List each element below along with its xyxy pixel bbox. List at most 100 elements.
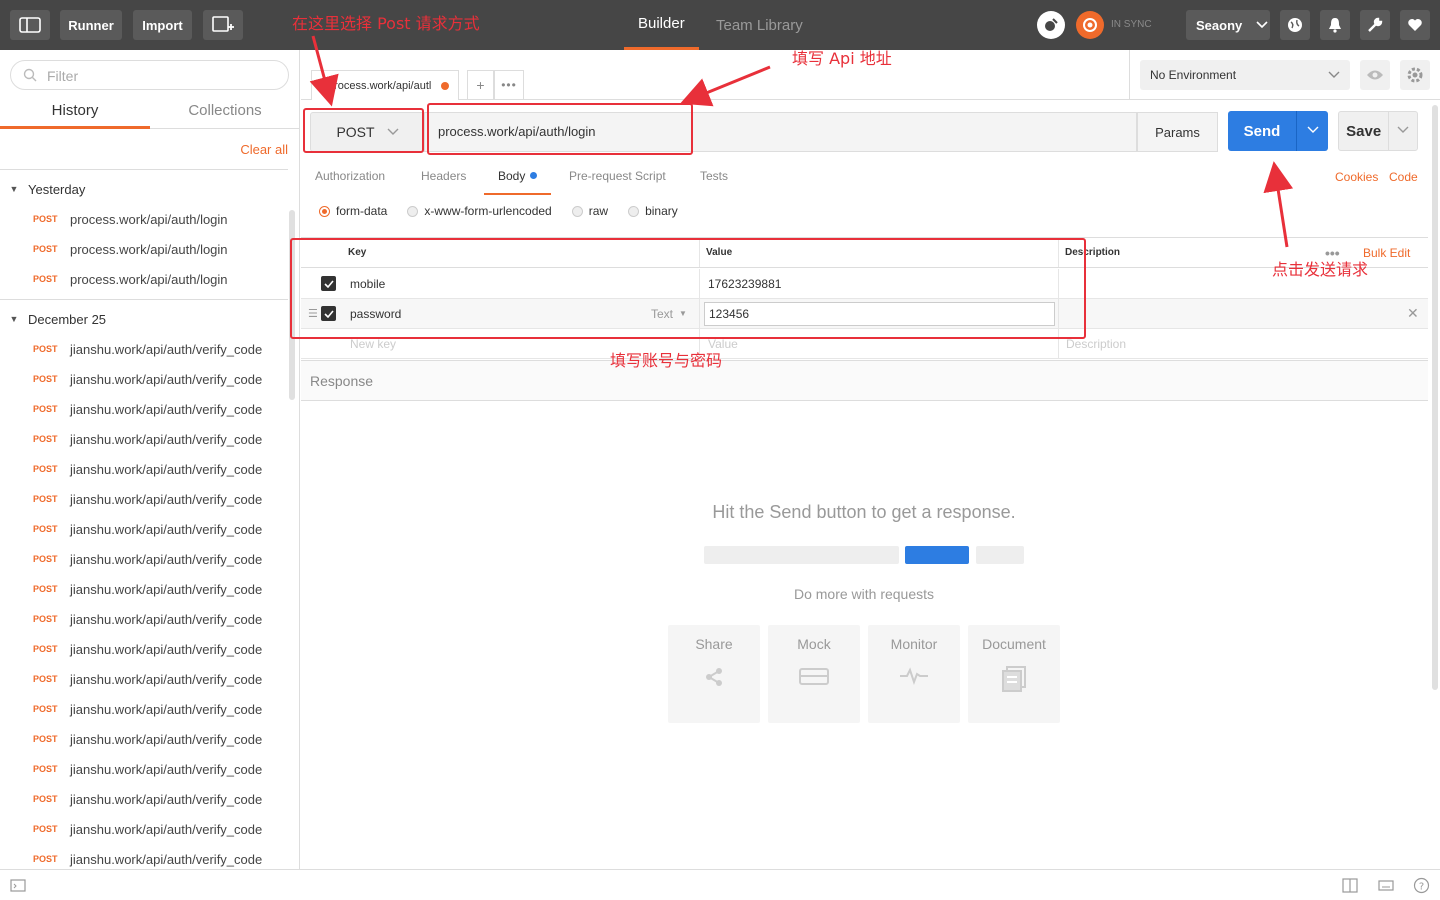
history-item-url: jianshu.work/api/auth/verify_code <box>70 611 263 627</box>
history-item[interactable]: POST jianshu.work/api/auth/verify_code <box>0 784 290 814</box>
history-item[interactable]: POST process.work/api/auth/login <box>0 264 290 294</box>
history-group-header[interactable]: ▼ Yesterday <box>0 174 290 204</box>
history-item[interactable]: POST jianshu.work/api/auth/verify_code <box>0 514 290 544</box>
bulk-edit-link[interactable]: Bulk Edit <box>1363 238 1410 267</box>
clear-all-link[interactable]: Clear all <box>240 142 288 157</box>
send-label: Send <box>1243 122 1281 140</box>
history-item-method: POST <box>33 274 58 284</box>
history-item[interactable]: POST jianshu.work/api/auth/verify_code <box>0 544 290 574</box>
heart-button[interactable] <box>1400 10 1430 40</box>
history-item-url: jianshu.work/api/auth/verify_code <box>70 341 263 357</box>
tab-headers[interactable]: Headers <box>421 165 466 195</box>
history-item-url: jianshu.work/api/auth/verify_code <box>70 791 263 807</box>
history-item[interactable]: POST jianshu.work/api/auth/verify_code <box>0 634 290 664</box>
runner-button[interactable]: Runner <box>60 10 122 40</box>
tab-pre-request-script[interactable]: Pre-request Script <box>569 165 666 195</box>
chevron-down-icon[interactable] <box>1389 125 1417 137</box>
main-scrollbar[interactable] <box>1432 105 1438 690</box>
tab-collections[interactable]: Collections <box>150 95 299 129</box>
history-group-label: Yesterday <box>28 181 86 197</box>
divider <box>0 169 288 170</box>
help-icon[interactable]: ? <box>1413 877 1430 894</box>
tab-authorization[interactable]: Authorization <box>315 165 385 195</box>
search-icon <box>23 68 37 82</box>
document-card[interactable]: Document <box>968 625 1060 723</box>
pulse-icon <box>900 667 928 685</box>
history-item[interactable]: POST jianshu.work/api/auth/verify_code <box>0 574 290 604</box>
sync-status: IN SYNC <box>1111 19 1152 30</box>
delete-row-icon[interactable]: ✕ <box>1407 299 1419 328</box>
history-item[interactable]: POST jianshu.work/api/auth/verify_code <box>0 604 290 634</box>
caret-down-icon: ▼ <box>9 314 19 324</box>
document-icon <box>1002 666 1026 692</box>
history-item[interactable]: POST jianshu.work/api/auth/verify_code <box>0 664 290 694</box>
history-item-url: jianshu.work/api/auth/verify_code <box>70 521 263 537</box>
request-tab-label: process.work/api/autl <box>328 79 432 92</box>
filter-input[interactable]: Filter <box>10 60 289 90</box>
environment-quick-look-button[interactable] <box>1360 60 1390 90</box>
history-item[interactable]: POST jianshu.work/api/auth/verify_code <box>0 754 290 784</box>
globe-button[interactable] <box>1280 10 1310 40</box>
user-menu[interactable]: Seaony <box>1186 10 1270 40</box>
top-bar: Runner Import Builder Team Library IN SY… <box>0 0 1440 50</box>
history-item[interactable]: POST jianshu.work/api/auth/verify_code <box>0 844 290 869</box>
tab-builder[interactable]: Builder <box>624 0 699 50</box>
share-card[interactable]: Share <box>668 625 760 723</box>
sync-icon <box>1083 18 1097 32</box>
history-item-url: jianshu.work/api/auth/verify_code <box>70 761 263 777</box>
keyboard-icon[interactable] <box>1378 880 1394 891</box>
new-window-button[interactable] <box>203 10 243 40</box>
history-item[interactable]: POST jianshu.work/api/auth/verify_code <box>0 454 290 484</box>
tab-history[interactable]: History <box>0 95 150 129</box>
history-item[interactable]: POST jianshu.work/api/auth/verify_code <box>0 364 290 394</box>
history-item[interactable]: POST jianshu.work/api/auth/verify_code <box>0 484 290 514</box>
settings-button[interactable] <box>1360 10 1390 40</box>
history-item[interactable]: POST process.work/api/auth/login <box>0 204 290 234</box>
mock-card[interactable]: Mock <box>768 625 860 723</box>
cookies-link[interactable]: Cookies <box>1335 170 1378 184</box>
console-icon[interactable] <box>10 879 26 892</box>
history-item[interactable]: POST jianshu.work/api/auth/verify_code <box>0 724 290 754</box>
wrench-icon <box>1368 17 1383 32</box>
history-item-method: POST <box>33 764 58 774</box>
tab-tests[interactable]: Tests <box>700 165 728 195</box>
notifications-button[interactable] <box>1320 10 1350 40</box>
history-item[interactable]: POST jianshu.work/api/auth/verify_code <box>0 694 290 724</box>
request-tab[interactable]: process.work/api/autl <box>311 70 459 100</box>
tab-team-library[interactable]: Team Library <box>716 0 803 50</box>
placeholder-bar <box>976 546 1024 564</box>
history-item[interactable]: POST jianshu.work/api/auth/verify_code <box>0 424 290 454</box>
tab-body[interactable]: Body <box>484 165 552 195</box>
radio-form-data[interactable]: form-data <box>319 204 387 218</box>
code-link[interactable]: Code <box>1389 170 1418 184</box>
chevron-down-icon[interactable] <box>1297 125 1328 137</box>
radio-raw[interactable]: raw <box>571 204 608 218</box>
send-button[interactable]: Send <box>1228 111 1328 151</box>
params-button[interactable]: Params <box>1137 112 1218 152</box>
history-item-url: jianshu.work/api/auth/verify_code <box>70 581 263 597</box>
monitor-card[interactable]: Monitor <box>868 625 960 723</box>
manage-environments-button[interactable] <box>1400 60 1430 90</box>
filter-placeholder: Filter <box>47 68 79 84</box>
sync-button[interactable] <box>1076 11 1104 39</box>
chevron-down-icon <box>1328 71 1340 78</box>
two-pane-icon[interactable] <box>1342 878 1358 893</box>
history-item-url: jianshu.work/api/auth/verify_code <box>70 461 263 477</box>
interceptor-button[interactable] <box>1037 11 1065 39</box>
annotation-box-url <box>427 103 693 155</box>
history-item[interactable]: POST jianshu.work/api/auth/verify_code <box>0 334 290 364</box>
tab-options-button[interactable]: ••• <box>494 70 524 100</box>
radio-x-www-form-urlencoded[interactable]: x-www-form-urlencoded <box>407 204 552 218</box>
history-item-method: POST <box>33 464 58 474</box>
environment-select[interactable]: No Environment <box>1140 60 1350 90</box>
import-button[interactable]: Import <box>133 10 192 40</box>
history-item[interactable]: POST process.work/api/auth/login <box>0 234 290 264</box>
history-item[interactable]: POST jianshu.work/api/auth/verify_code <box>0 814 290 844</box>
save-button[interactable]: Save <box>1338 111 1418 151</box>
history-item[interactable]: POST jianshu.work/api/auth/verify_code <box>0 394 290 424</box>
radio-binary[interactable]: binary <box>628 204 678 218</box>
new-tab-button[interactable]: + <box>467 70 494 100</box>
history-group-header[interactable]: ▼ December 25 <box>0 304 290 334</box>
main-panel: process.work/api/autl + ••• No Environme… <box>301 50 1440 869</box>
toggle-sidebar-button[interactable] <box>10 10 50 40</box>
